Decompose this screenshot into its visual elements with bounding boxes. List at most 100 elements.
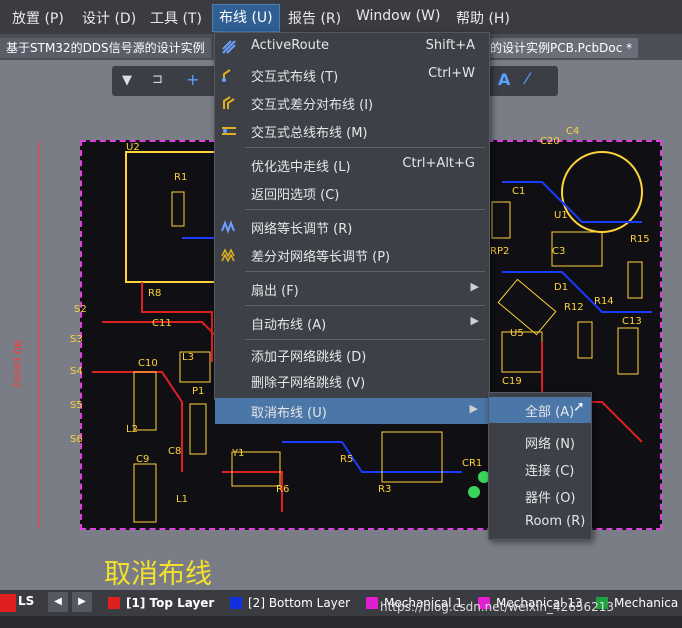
layer-tab-bottom[interactable]: [2] Bottom Layer [228, 594, 350, 612]
submenu-item-label: 网络 (N) [525, 437, 576, 452]
menu-item-diff-length-tune[interactable]: 差分对网络等长调节 (P) [215, 241, 489, 269]
menu-item-label: 取消布线 (U) [251, 406, 327, 421]
menu-item-label: 自动布线 (A) [251, 318, 327, 333]
watermark: https://blog.csdn.net/weixin_42656213 [380, 600, 615, 614]
pcb-label-rp2: RP2 [490, 246, 510, 257]
menu-tools[interactable]: 工具 (T) [150, 8, 202, 28]
text-icon[interactable]: A [498, 70, 510, 89]
component-r15-outline [627, 261, 643, 299]
pcb-label-u1: U1 [554, 210, 568, 221]
menu-item-auto-route[interactable]: 自动布线 (A) ▶ [215, 309, 489, 337]
pcb-label-s2: S2 [74, 304, 87, 315]
dimension-line [38, 142, 39, 528]
menu-item-active-route[interactable]: ActiveRoute Shift+A [215, 33, 489, 61]
menu-separator [245, 305, 485, 306]
pcb-label-r15: R15 [630, 234, 650, 245]
submenu-item-all[interactable]: 全部 (A) ➚ [489, 397, 591, 423]
component-c10-outline [133, 371, 157, 431]
filter-icon[interactable]: ▼ [122, 73, 132, 88]
diff-length-tune-icon [221, 248, 235, 263]
submenu-item-room[interactable]: Room (R) [489, 510, 591, 536]
pcb-label-s3: S3 [70, 334, 83, 345]
submenu-item-net[interactable]: 网络 (N) [489, 429, 591, 455]
submenu-item-label: Room (R) [525, 514, 586, 529]
menu-reports[interactable]: 报告 (R) [288, 8, 341, 28]
canvas-toolbar-right: A ⁄ [488, 66, 558, 96]
canvas-toolbar: ▼ ⊐ + [112, 66, 222, 96]
layer-tab-top[interactable]: [1] Top Layer [106, 594, 214, 612]
component-p1-outline [189, 403, 207, 455]
menu-window[interactable]: Window (W) [356, 8, 440, 24]
bus-route-icon [222, 127, 236, 135]
pcb-label-d1: D1 [554, 282, 569, 293]
menubar: 放置 (P) 设计 (D) 工具 (T) 布线 (U) 报告 (R) Windo… [0, 0, 682, 34]
submenu-item-connection[interactable]: 连接 (C) [489, 456, 591, 482]
layer-set-button[interactable]: LS [18, 594, 34, 608]
pcb-label-r1: R1 [174, 172, 188, 183]
caption-overlay: 取消布线 [104, 559, 212, 590]
menu-item-label: 交互式布线 (T) [251, 70, 339, 85]
menu-separator [245, 271, 485, 272]
menu-place[interactable]: 放置 (P) [12, 8, 64, 28]
menu-item-diff-pair-route[interactable]: 交互式差分对布线 (I) [215, 89, 489, 117]
pcb-label-r14: R14 [594, 296, 614, 307]
pcb-label-c10: C10 [138, 358, 158, 369]
menu-item-add-subnet-jumper[interactable]: 添加子网络跳线 (D) [215, 341, 489, 369]
line-icon[interactable]: ⁄ [526, 69, 529, 88]
pcb-label-s5: S5 [70, 400, 83, 411]
menu-item-label: 返回阳选项 (C) [251, 188, 340, 203]
doc-tab-schematic[interactable]: 基于STM32的DDS信号源的设计实例 [0, 38, 211, 58]
menu-item-shortcut: Ctrl+W [428, 66, 475, 81]
menu-item-remove-subnet-jumper[interactable]: 删除子网络跳线 (V) [215, 367, 489, 395]
component-c1-outline [491, 201, 511, 239]
pcb-label-s6: S6 [70, 434, 83, 445]
menu-item-return-selected[interactable]: 返回阳选项 (C) [215, 179, 489, 207]
submenu-item-component[interactable]: 器件 (O) [489, 483, 591, 509]
menu-item-shortcut: Ctrl+Alt+G [402, 156, 475, 171]
snap-icon[interactable]: ⊐ [152, 72, 163, 87]
menu-separator [245, 339, 485, 340]
pcb-label-c1: C1 [512, 186, 526, 197]
menu-item-label: 差分对网络等长调节 (P) [251, 250, 391, 265]
menu-item-label: 添加子网络跳线 (D) [251, 350, 367, 365]
pcb-label-u5: U5 [510, 328, 524, 339]
pcb-label-c3: C3 [552, 246, 566, 257]
menu-item-interactive-route[interactable]: 交互式布线 (T) Ctrl+W [215, 61, 489, 89]
menu-item-bus-route[interactable]: 交互式总线布线 (M) [215, 117, 489, 145]
menu-route[interactable]: 布线 (U) [212, 4, 280, 32]
active-route-icon [222, 40, 236, 54]
add-icon[interactable]: + [186, 70, 199, 89]
layer-next-icon[interactable]: ▶ [72, 592, 92, 612]
menu-design[interactable]: 设计 (D) [82, 8, 136, 28]
layer-color-swatch [366, 597, 378, 609]
menu-item-label: 交互式差分对布线 (I) [251, 98, 374, 113]
unroute-submenu: 全部 (A) ➚ 网络 (N) 连接 (C) 器件 (O) Room (R) [488, 392, 592, 540]
pcb-label-c4: C4 [566, 126, 580, 137]
menu-item-label: 优化选中走线 (L) [251, 160, 351, 175]
menu-item-length-tune[interactable]: 网络等长调节 (R) [215, 213, 489, 241]
layer-prev-icon[interactable]: ◀ [48, 592, 68, 612]
pcb-label-c11: C11 [152, 318, 172, 329]
menu-item-optimize-selected[interactable]: 优化选中走线 (L) Ctrl+Alt+G [215, 151, 489, 179]
submenu-arrow-icon: ▶ [470, 280, 479, 293]
current-layer-swatch [0, 594, 16, 612]
pad-cr1 [468, 486, 480, 498]
component-rp2-outline [497, 278, 557, 336]
length-tune-icon [221, 220, 235, 234]
diff-pair-route-icon [223, 96, 235, 109]
doc-tab-pcb[interactable]: 的设计实例PCB.PcbDoc * [484, 38, 639, 58]
menu-item-label: 网络等长调节 (R) [251, 222, 353, 237]
menu-help[interactable]: 帮助 (H) [456, 8, 510, 28]
component-r1-outline [171, 191, 185, 227]
menu-item-label: 交互式总线布线 (M) [251, 126, 368, 141]
pcb-label-cr1: CR1 [462, 458, 483, 469]
menu-item-fanout[interactable]: 扇出 (F) ▶ [215, 275, 489, 303]
submenu-arrow-icon: ▶ [470, 314, 479, 327]
layer-color-swatch [108, 597, 120, 609]
menu-item-unroute[interactable]: 取消布线 (U) ▶ [215, 398, 488, 424]
menu-item-label: 扇出 (F) [251, 284, 299, 299]
layer-color-swatch [230, 597, 242, 609]
pcb-label-s4: S4 [70, 366, 83, 377]
pcb-label-l1: L1 [176, 494, 188, 505]
submenu-item-label: 器件 (O) [525, 491, 576, 506]
